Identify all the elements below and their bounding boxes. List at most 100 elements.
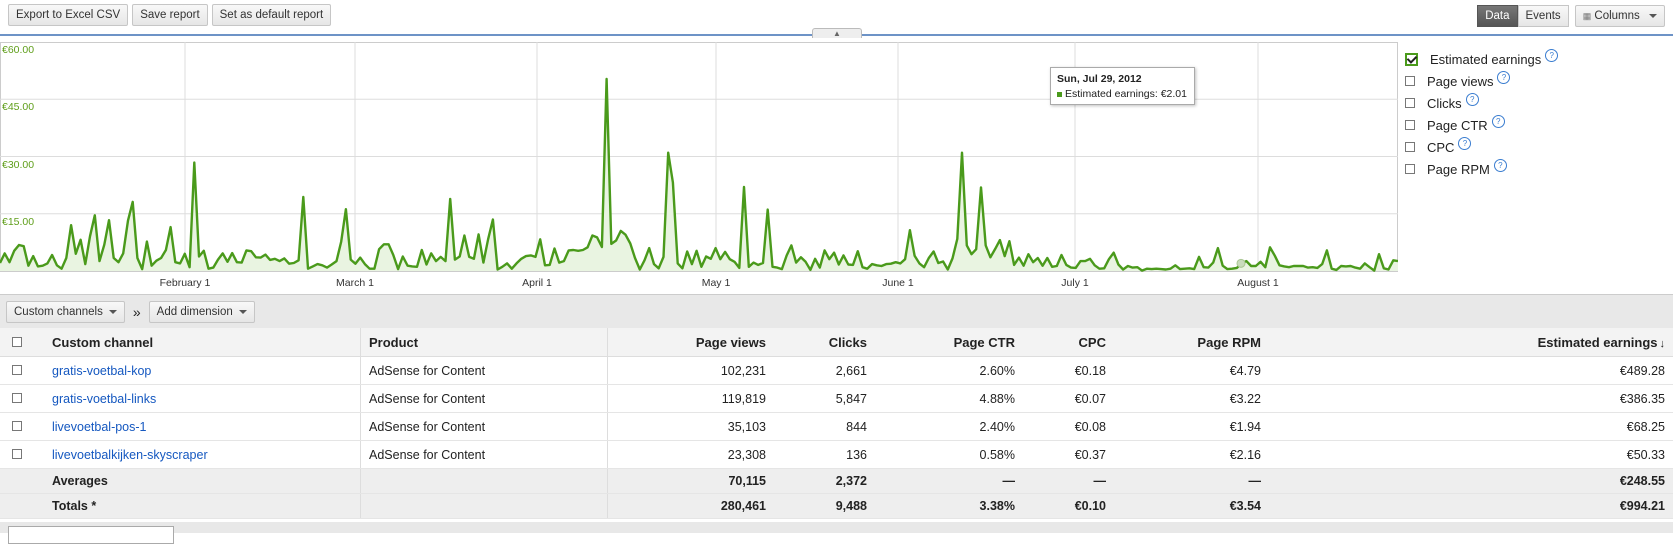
channel-link[interactable]: gratis-voetbal-links <box>52 392 156 406</box>
collapse-chart-toggle[interactable]: ▲ <box>812 28 862 38</box>
help-icon[interactable]: ? <box>1545 48 1559 62</box>
cell-cpc: €0.07 <box>1023 384 1114 413</box>
averages-product <box>360 468 608 494</box>
cell-estimated-earnings: €68.25 <box>1269 412 1673 441</box>
row-checkbox[interactable] <box>12 364 22 375</box>
channel-link[interactable]: livevoetbalkijken-skyscraper <box>52 448 208 462</box>
cell-page-views: 35,103 <box>607 412 774 441</box>
cell-clicks: 136 <box>774 440 875 469</box>
metric-cpc[interactable]: CPC? <box>1405 136 1558 158</box>
x-tick-label: June 1 <box>882 277 914 289</box>
channel-link[interactable]: livevoetbal-pos-1 <box>52 420 147 434</box>
cell-clicks: 844 <box>774 412 875 441</box>
cell-cpc: €0.37 <box>1023 440 1114 469</box>
channel-link[interactable]: gratis-voetbal-kop <box>52 364 151 378</box>
cell-page-ctr: 2.60% <box>875 356 1023 385</box>
columns-button[interactable]: ▦ Columns <box>1574 5 1665 27</box>
metric-checkbox[interactable] <box>1405 164 1415 174</box>
help-icon[interactable]: ? <box>1491 114 1505 128</box>
metric-page-rpm[interactable]: Page RPM? <box>1405 158 1558 180</box>
columns-label: Columns <box>1594 10 1640 22</box>
cell-product: AdSense for Content <box>360 384 608 413</box>
table-row: livevoetbal-pos-1 AdSense for Content 35,1… <box>0 412 1673 441</box>
header-page-rpm[interactable]: Page RPM <box>1114 328 1269 357</box>
averages-clicks: 2,372 <box>774 468 875 494</box>
tooltip-value: Estimated earnings: €2.01 <box>1065 88 1187 100</box>
save-report-button[interactable]: Save report <box>132 4 208 26</box>
cell-product: AdSense for Content <box>360 440 608 469</box>
data-view-button[interactable]: Data <box>1477 5 1518 27</box>
cell-cpc: €0.08 <box>1023 412 1114 441</box>
metric-checkbox[interactable] <box>1405 76 1415 86</box>
metric-label: Clicks <box>1427 95 1462 111</box>
chevron-up-icon: ▲ <box>833 29 841 38</box>
metric-checkbox[interactable] <box>1405 120 1415 130</box>
header-custom-channel[interactable]: Custom channel <box>44 328 361 357</box>
metric-label: Estimated earnings <box>1430 51 1542 67</box>
series-area <box>0 79 1398 271</box>
add-dimension-dropdown[interactable]: Add dimension <box>148 301 255 323</box>
metric-clicks[interactable]: Clicks? <box>1405 92 1558 114</box>
header-clicks[interactable]: Clicks <box>774 328 875 357</box>
tooltip-date: Sun, Jul 29, 2012 <box>1057 73 1142 85</box>
header-cpc[interactable]: CPC <box>1023 328 1114 357</box>
metric-checkbox[interactable] <box>1405 52 1418 66</box>
cell-estimated-earnings: €50.33 <box>1269 440 1673 469</box>
cell-product: AdSense for Content <box>360 412 608 441</box>
sort-descending-icon: ↓ <box>1659 337 1666 350</box>
x-tick-label: April 1 <box>522 277 552 289</box>
table-row: gratis-voetbal-kop AdSense for Content 102… <box>0 356 1673 385</box>
cell-page-rpm: €3.22 <box>1114 384 1269 413</box>
metric-page-views[interactable]: Page views? <box>1405 70 1558 92</box>
estimated-earnings-label: Estimated earnings <box>1537 334 1658 350</box>
metric-label: CPC <box>1427 139 1455 155</box>
totals-estimated-earnings: €994.21 <box>1269 493 1673 519</box>
metric-checkbox[interactable] <box>1405 98 1415 108</box>
averages-estimated-earnings: €248.55 <box>1269 468 1673 494</box>
table-header-row: Custom channel Product Page views Clicks… <box>0 328 1673 357</box>
averages-channel: Averages <box>44 468 361 494</box>
row-checkbox[interactable] <box>12 420 22 431</box>
cell-clicks: 2,661 <box>774 356 875 385</box>
add-dimension-label: Add dimension <box>156 306 233 318</box>
set-default-report-button[interactable]: Set as default report <box>211 4 332 26</box>
row-checkbox[interactable] <box>12 392 22 403</box>
totals-row: Totals * 280,461 9,488 3.38% €0.10 €3.54 €994.… <box>0 493 1673 519</box>
help-icon[interactable]: ? <box>1493 158 1507 172</box>
header-estimated-earnings[interactable]: Estimated earnings ↓ <box>1269 328 1673 357</box>
table-row: gratis-voetbal-links AdSense for Content 1… <box>0 384 1673 413</box>
cell-estimated-earnings: €489.28 <box>1269 356 1673 385</box>
series-line-estimated-earnings <box>0 77 1398 272</box>
cell-page-ctr: 4.88% <box>875 384 1023 413</box>
metric-checkbox[interactable] <box>1405 142 1415 152</box>
export-csv-button[interactable]: Export to Excel CSV <box>8 4 129 26</box>
metric-estimated-earnings[interactable]: Estimated earnings? <box>1405 48 1559 70</box>
help-icon[interactable]: ? <box>1497 70 1511 84</box>
x-tick-label: February 1 <box>159 277 211 289</box>
cell-page-rpm: €4.79 <box>1114 356 1269 385</box>
header-page-views[interactable]: Page views <box>607 328 774 357</box>
select-all-checkbox[interactable] <box>12 336 22 347</box>
header-page-ctr[interactable]: Page CTR <box>875 328 1023 357</box>
table-search-input[interactable] <box>8 526 174 544</box>
custom-channels-dropdown[interactable]: Custom channels <box>6 301 125 323</box>
help-icon[interactable]: ? <box>1465 92 1479 106</box>
cell-clicks: 5,847 <box>774 384 875 413</box>
columns-icon: ▦ <box>1582 11 1592 21</box>
help-icon[interactable]: ? <box>1458 136 1472 150</box>
header-product[interactable]: Product <box>360 328 608 357</box>
cell-page-views: 119,819 <box>607 384 774 413</box>
row-checkbox[interactable] <box>12 448 22 459</box>
x-tick-label: March 1 <box>336 277 374 289</box>
averages-page-rpm: — <box>1114 468 1269 494</box>
x-tick-label: July 1 <box>1061 277 1089 289</box>
hover-point[interactable] <box>1236 258 1246 268</box>
report-table: Custom channel Product Page views Clicks… <box>0 328 1673 519</box>
cell-product: AdSense for Content <box>360 356 608 385</box>
averages-row: Averages 70,115 2,372— — — €248.55 <box>0 468 1673 494</box>
events-view-button[interactable]: Events <box>1517 5 1569 27</box>
totals-page-rpm: €3.54 <box>1114 493 1269 519</box>
metric-page-ctr[interactable]: Page CTR? <box>1405 114 1558 136</box>
cell-cpc: €0.18 <box>1023 356 1114 385</box>
dimension-bar: Custom channels » Add dimension <box>0 294 1673 329</box>
